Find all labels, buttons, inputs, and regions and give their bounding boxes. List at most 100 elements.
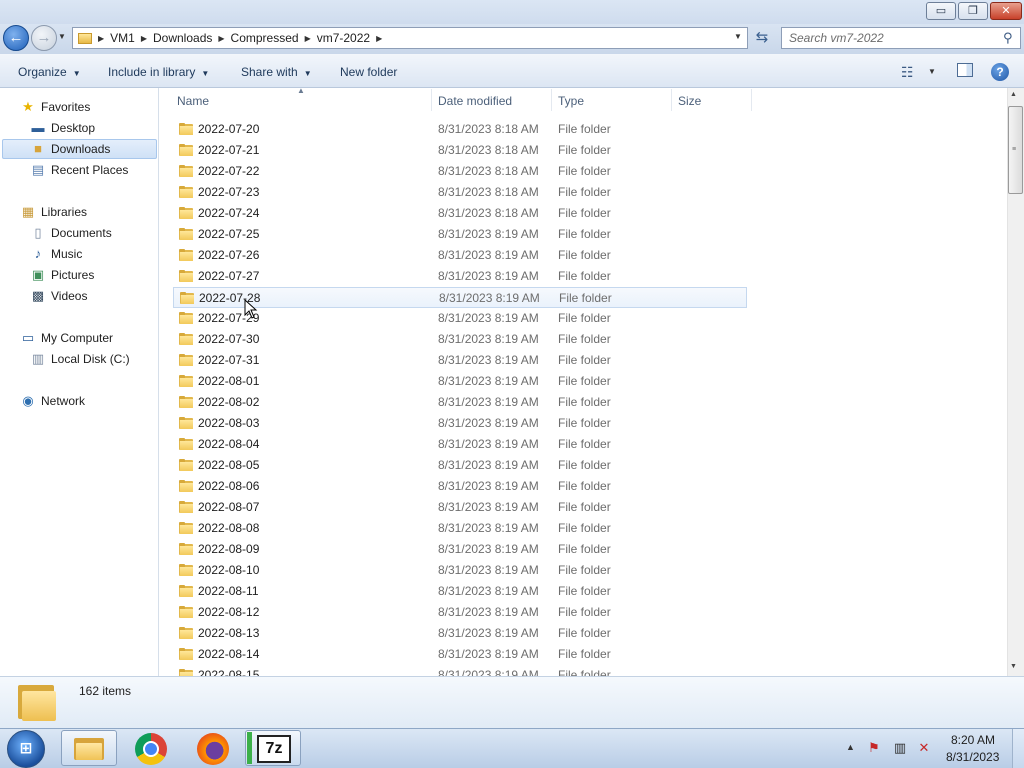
file-row[interactable]: 2022-07-25 8/31/2023 8:19 AM File folder [173,224,747,245]
file-row[interactable]: 2022-08-04 8/31/2023 8:19 AM File folder [173,434,747,455]
show-desktop-button[interactable] [1012,729,1024,768]
nav-item-pictures[interactable]: ▣ Pictures [30,265,95,285]
nav-item-local-disk[interactable]: ▥ Local Disk (C:) [30,349,130,369]
address-history-dropdown[interactable]: ▼ [734,32,742,41]
file-name: 2022-07-21 [198,143,260,157]
file-row[interactable]: 2022-08-10 8/31/2023 8:19 AM File folder [173,560,747,581]
nav-libraries[interactable]: ▦ Libraries [20,202,87,222]
preview-pane-icon[interactable] [957,63,973,77]
organize-button[interactable]: Organize ▼ [18,65,81,79]
nav-computer-label: My Computer [41,331,114,345]
forward-button[interactable]: → [31,25,57,51]
nav-music-label: Music [51,247,83,261]
file-row[interactable]: 2022-08-01 8/31/2023 8:19 AM File folder [173,371,747,392]
nav-downloads-label: Downloads [51,142,111,156]
file-row[interactable]: 2022-07-26 8/31/2023 8:19 AM File folder [173,245,747,266]
large-folder-icon [18,681,56,721]
file-row[interactable]: 2022-07-27 8/31/2023 8:19 AM File folder [173,266,747,287]
clock-time[interactable]: 8:20 AM [951,733,995,747]
nav-network[interactable]: ◉ Network [20,391,85,411]
file-row[interactable]: 2022-07-29 8/31/2023 8:19 AM File folder [173,308,747,329]
chevron-right-icon[interactable]: ▶ [305,34,311,43]
nav-item-downloads[interactable]: ■ Downloads [30,139,110,159]
scroll-up-arrow-icon[interactable]: ▲ [1010,91,1017,98]
file-name: 2022-07-27 [198,269,260,283]
minimize-button[interactable]: ▭ [926,2,956,20]
file-row[interactable]: 2022-07-31 8/31/2023 8:19 AM File folder [173,350,747,371]
column-header-type[interactable]: Type [558,92,584,110]
chevron-right-icon[interactable]: ▶ [141,34,147,43]
7zip-icon: 7z [257,735,291,763]
breadcrumb-vm1[interactable]: VM1 [110,31,135,45]
breadcrumb: ▶ VM1 ▶ Downloads ▶ Compressed ▶ vm7-202… [78,29,382,47]
breadcrumb-compressed[interactable]: Compressed [231,31,299,45]
action-center-flag-icon[interactable]: ⚑ [866,740,882,756]
file-row[interactable]: 2022-08-12 8/31/2023 8:19 AM File folder [173,602,747,623]
column-divider[interactable] [751,89,752,111]
column-divider[interactable] [551,89,552,111]
file-row[interactable]: 2022-07-24 8/31/2023 8:18 AM File folder [173,203,747,224]
file-row[interactable]: 2022-08-13 8/31/2023 8:19 AM File folder [173,623,747,644]
refresh-button[interactable]: ⇆ [750,27,774,49]
file-row[interactable]: 2022-07-20 8/31/2023 8:18 AM File folder [173,119,747,140]
share-with-button[interactable]: Share with ▼ [241,65,312,79]
new-folder-button[interactable]: New folder [340,65,397,79]
file-row[interactable]: 2022-08-07 8/31/2023 8:19 AM File folder [173,497,747,518]
nav-favorites[interactable]: ★ Favorites [20,97,90,117]
chevron-right-icon[interactable]: ▶ [376,34,382,43]
file-row[interactable]: 2022-07-28 8/31/2023 8:19 AM File folder [173,287,747,308]
recent-pages-dropdown[interactable]: ▼ [58,32,66,41]
file-type: File folder [558,185,611,199]
file-type: File folder [558,374,611,388]
column-divider[interactable] [431,89,432,111]
breadcrumb-vm7-2022[interactable]: vm7-2022 [317,31,370,45]
file-row[interactable]: 2022-08-15 8/31/2023 8:19 AM File folder [173,665,747,676]
folder-icon [179,459,193,471]
nav-desktop-label: Desktop [51,121,96,135]
change-view-icon[interactable]: ☷ [901,64,914,81]
nav-videos-label: Videos [51,289,88,303]
nav-pictures-label: Pictures [51,268,95,282]
file-row[interactable]: 2022-07-30 8/31/2023 8:19 AM File folder [173,329,747,350]
file-row[interactable]: 2022-07-23 8/31/2023 8:18 AM File folder [173,182,747,203]
file-date-modified: 8/31/2023 8:18 AM [438,164,539,178]
file-row[interactable]: 2022-08-08 8/31/2023 8:19 AM File folder [173,518,747,539]
column-header-name[interactable]: Name [177,92,209,110]
file-row[interactable]: 2022-08-03 8/31/2023 8:19 AM File folder [173,413,747,434]
column-header-size[interactable]: Size [678,92,701,110]
downloads-folder-icon: ■ [34,141,42,156]
back-button[interactable]: ← [3,25,29,51]
column-divider[interactable] [671,89,672,111]
chevron-right-icon[interactable]: ▶ [218,34,224,43]
file-row[interactable]: 2022-08-11 8/31/2023 8:19 AM File folder [173,581,747,602]
file-row[interactable]: 2022-08-02 8/31/2023 8:19 AM File folder [173,392,747,413]
scroll-down-arrow-icon[interactable]: ▼ [1010,663,1017,670]
file-row[interactable]: 2022-08-05 8/31/2023 8:19 AM File folder [173,455,747,476]
clock-date[interactable]: 8/31/2023 [946,750,999,764]
nav-item-recent-places[interactable]: ▤ Recent Places [30,160,129,180]
views-dropdown[interactable]: ▼ [928,67,936,76]
nav-item-documents[interactable]: ▯ Documents [30,223,111,243]
firefox-icon[interactable] [197,733,229,765]
nav-item-music[interactable]: ♪ Music [30,244,83,264]
file-name: 2022-07-25 [198,227,260,241]
file-row[interactable]: 2022-08-14 8/31/2023 8:19 AM File folder [173,644,747,665]
file-row[interactable]: 2022-08-06 8/31/2023 8:19 AM File folder [173,476,747,497]
file-row[interactable]: 2022-07-21 8/31/2023 8:18 AM File folder [173,140,747,161]
include-in-library-button[interactable]: Include in library ▼ [108,65,209,79]
help-icon[interactable]: ? [991,63,1009,81]
network-tray-icon[interactable]: ▥ [892,740,908,756]
nav-item-videos[interactable]: ▩ Videos [30,286,88,306]
breadcrumb-downloads[interactable]: Downloads [153,31,212,45]
close-button[interactable]: ✕ [990,2,1022,20]
chevron-right-icon[interactable]: ▶ [98,34,104,43]
maximize-button[interactable]: ❐ [958,2,988,20]
file-row[interactable]: 2022-07-22 8/31/2023 8:18 AM File folder [173,161,747,182]
search-icon[interactable]: ⚲ [1003,30,1013,46]
show-hidden-icons-icon[interactable]: ▲ [846,742,855,752]
volume-muted-icon[interactable]: ✕ [916,740,932,756]
nav-my-computer[interactable]: ▭ My Computer [20,328,113,348]
column-header-date-modified[interactable]: Date modified [438,92,512,110]
file-row[interactable]: 2022-08-09 8/31/2023 8:19 AM File folder [173,539,747,560]
nav-item-desktop[interactable]: ▬ Desktop [30,118,96,138]
